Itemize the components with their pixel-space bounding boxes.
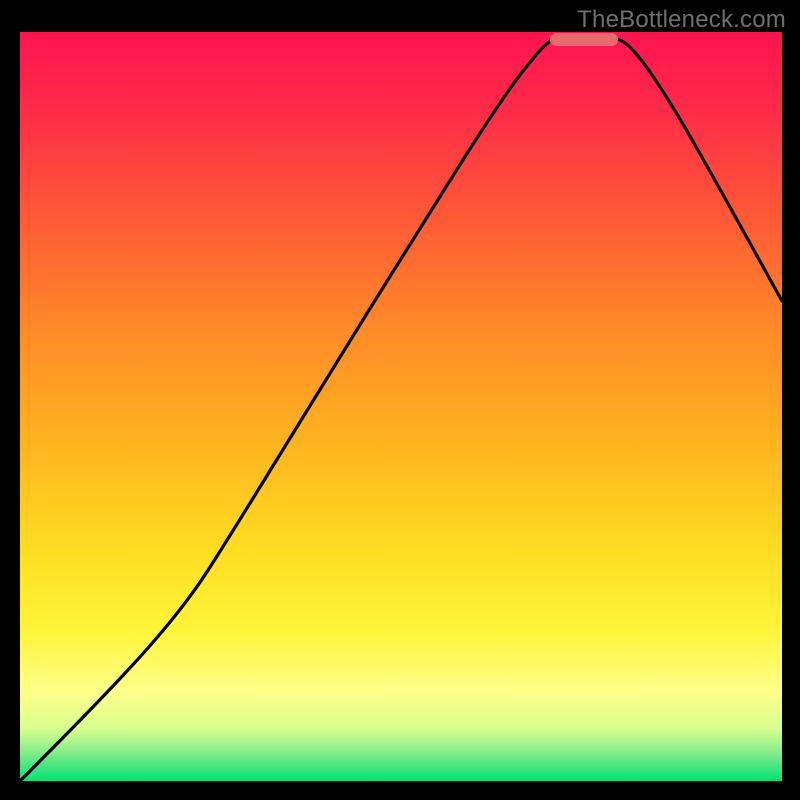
chart-plot-area [20,32,782,781]
chart-frame [13,32,787,787]
watermark-text: TheBottleneck.com [577,6,786,34]
optimal-range-marker [550,33,618,46]
gradient-rect [20,32,782,781]
baseline [13,781,787,787]
